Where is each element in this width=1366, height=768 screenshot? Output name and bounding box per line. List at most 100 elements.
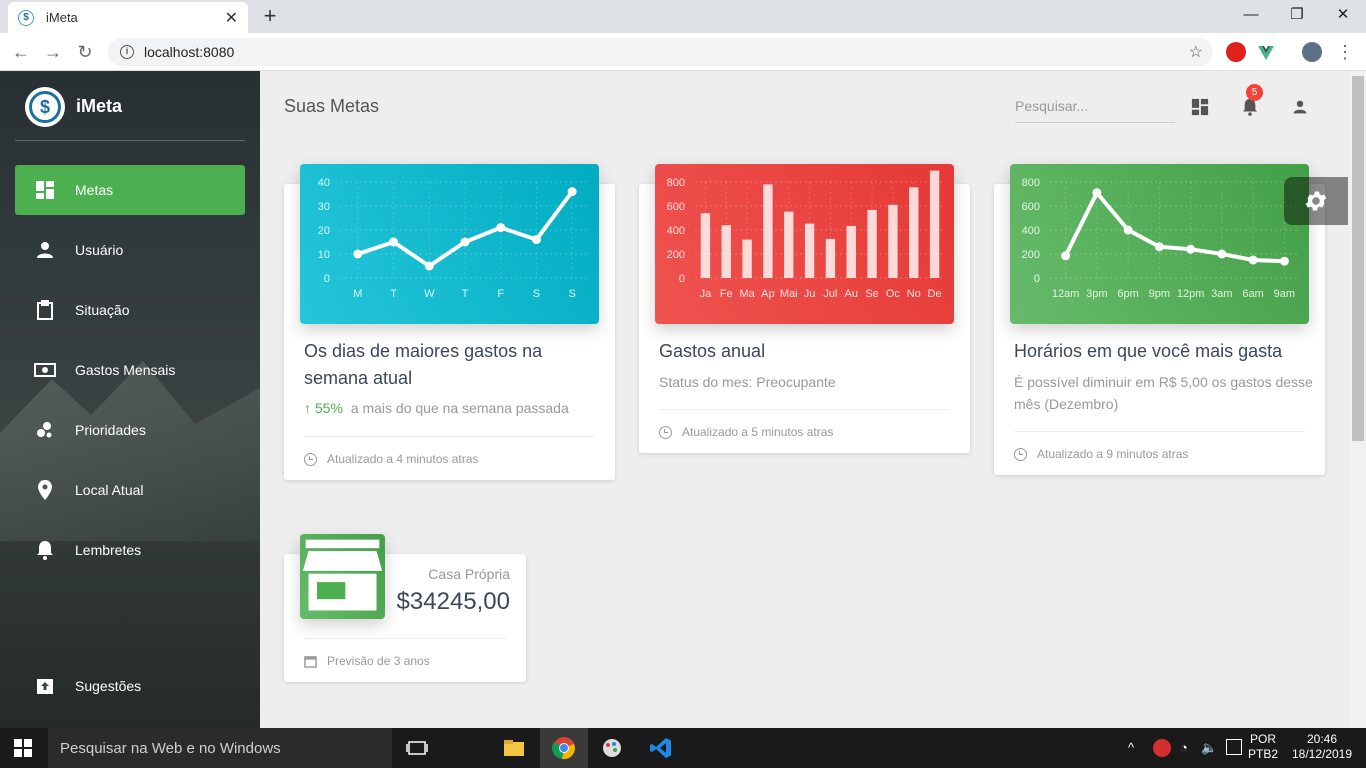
y-tick-label: 20 [318, 225, 330, 237]
close-window-button[interactable]: ✕ [1320, 0, 1366, 30]
x-tick-label: Oc [886, 288, 901, 300]
vscode-icon[interactable] [649, 736, 673, 760]
y-tick-label: 600 [1022, 201, 1040, 213]
bar [804, 223, 815, 278]
dashboard-icon[interactable] [1189, 96, 1211, 118]
sidebar-item-prioridades[interactable]: Prioridades [15, 405, 245, 455]
x-tick-label: S [568, 288, 575, 300]
card-category: Casa Própria [428, 566, 510, 582]
bar [867, 209, 877, 278]
sidebar-item-local-atual[interactable]: Local Atual [15, 465, 245, 515]
sidebar: $ iMeta Metas Usuário Situação Gastos Me… [0, 71, 260, 728]
x-tick-label: 6pm [1117, 288, 1138, 300]
reload-icon[interactable]: ↻ [74, 41, 96, 63]
bar [784, 211, 794, 278]
data-point [567, 187, 577, 197]
x-tick-label: 3am [1211, 288, 1232, 300]
card-footer: Atualizado a 4 minutos atras [304, 436, 595, 466]
annual-bar-chart: 0 200 400 600 800 Ja Fe Ma Ap Mai Ju Jul Au Se Oc No De [655, 164, 954, 324]
menu-dots-icon[interactable]: ⋮ [1334, 41, 1356, 63]
x-tick-label: No [907, 288, 921, 300]
x-tick-label: Jul [823, 288, 837, 300]
new-tab-button[interactable]: + [258, 4, 282, 28]
bar [763, 184, 773, 278]
clock-date: 18/12/2019 [1291, 747, 1353, 761]
profile-avatar[interactable] [1302, 42, 1322, 62]
bookmark-star-icon[interactable]: ☆ [1189, 42, 1203, 62]
y-tick-label: 0 [324, 273, 330, 285]
brand-name[interactable]: iMeta [76, 96, 122, 117]
unarchive-icon [15, 676, 75, 696]
volume-icon[interactable]: 🔈 [1201, 740, 1217, 755]
account-icon[interactable] [1289, 96, 1311, 118]
clock-icon [304, 452, 317, 466]
settings-gear-button[interactable] [1284, 177, 1348, 225]
sidebar-item-usuario[interactable]: Usuário [15, 225, 245, 275]
sidebar-item-sugestoes[interactable]: Sugestões [15, 661, 245, 711]
clock[interactable]: 20:46 18/12/2019 [1288, 732, 1356, 762]
x-tick-label: Au [845, 288, 858, 300]
card-footer: Atualizado a 9 minutos atras [1014, 431, 1305, 461]
x-tick-label: T [462, 288, 469, 300]
bar [721, 225, 731, 278]
tray-app-icon[interactable] [1153, 739, 1171, 757]
sidebar-divider [15, 140, 245, 141]
language-code: POR [1249, 732, 1276, 746]
wifi-icon[interactable]: ◔ [1180, 740, 1188, 755]
stat-amount: $34245,00 [396, 588, 510, 615]
app-logo[interactable]: $ [25, 87, 65, 127]
browser-tab[interactable]: $ iMeta ✕ [8, 2, 248, 33]
y-tick-label: 0 [1034, 273, 1040, 285]
sidebar-item-situacao[interactable]: Situação [15, 285, 245, 335]
card-footer: Atualizado a 5 minutos atras [659, 409, 950, 439]
bar [846, 225, 856, 278]
file-explorer-icon[interactable] [502, 736, 526, 760]
y-tick-label: 30 [318, 201, 330, 213]
footer-text: Atualizado a 4 minutos atras [327, 452, 479, 466]
sidebar-item-lembretes[interactable]: Lembretes [15, 525, 245, 575]
action-center-icon[interactable] [1226, 739, 1242, 755]
forward-arrow-icon[interactable]: → [42, 41, 64, 63]
sidebar-item-metas[interactable]: Metas [15, 165, 245, 215]
data-point [1154, 242, 1164, 252]
tab-close-icon[interactable]: ✕ [225, 8, 238, 28]
y-tick-label: 200 [1022, 249, 1040, 261]
adblock-extension-icon[interactable] [1226, 42, 1246, 62]
x-tick-label: 3pm [1086, 288, 1107, 300]
page-scrollbar[interactable] [1350, 71, 1366, 728]
paint-app-icon[interactable] [600, 736, 624, 760]
store-icon-box [300, 534, 385, 619]
taskbar-search-input[interactable]: Pesquisar na Web e no Windows [48, 728, 392, 768]
back-arrow-icon[interactable]: ← [10, 41, 32, 63]
money-icon [15, 362, 75, 378]
chrome-taskbar-item[interactable] [540, 728, 588, 768]
vue-devtools-icon[interactable] [1256, 42, 1276, 62]
data-point [389, 237, 399, 247]
series-line [1063, 190, 1285, 264]
clipboard-icon [15, 300, 75, 320]
url-field[interactable]: i localhost:8080 ☆ [108, 38, 1213, 66]
sidebar-item-label: Lembretes [75, 542, 142, 558]
y-tick-label: 600 [667, 201, 685, 213]
tray-chevron-icon[interactable]: ^ [1128, 740, 1134, 755]
clock-time: 20:46 [1306, 732, 1338, 746]
sidebar-item-label: Situação [75, 302, 130, 318]
clock-icon [1014, 447, 1027, 461]
hourly-line-chart: 0 200 400 600 800 12am 3pm 6pm 9pm 12pm 3am 6am 9am [1010, 164, 1309, 324]
main-content: Suas Metas Pesquisar... 5 Os dias de mai… [260, 71, 1350, 728]
windows-start-icon[interactable] [14, 739, 32, 757]
sidebar-item-label: Gastos Mensais [75, 362, 176, 378]
sidebar-item-gastos-mensais[interactable]: Gastos Mensais [15, 345, 245, 395]
maximize-button[interactable]: ❐ [1274, 0, 1320, 30]
info-icon[interactable]: i [120, 45, 134, 59]
task-view-icon[interactable] [405, 736, 429, 760]
language-indicator[interactable]: POR PTB2 [1248, 732, 1278, 762]
scrollbar-thumb[interactable] [1352, 76, 1364, 441]
arrow-up-icon: ↑ [304, 400, 311, 416]
y-tick-label: 40 [318, 177, 330, 189]
gear-icon [1305, 191, 1327, 211]
data-point [424, 261, 434, 271]
data-point [1217, 249, 1227, 259]
minimize-button[interactable]: — [1228, 0, 1274, 30]
search-input[interactable]: Pesquisar... [1015, 95, 1175, 123]
